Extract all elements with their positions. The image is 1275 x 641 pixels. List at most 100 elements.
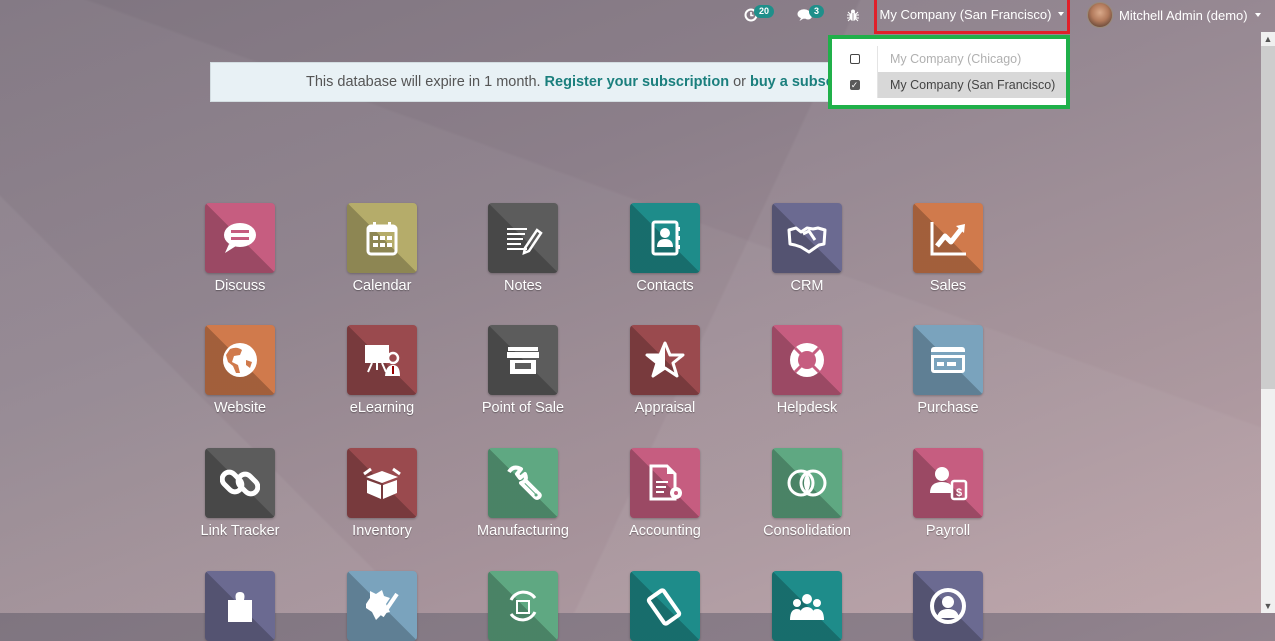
- app-tile[interactable]: [205, 325, 275, 395]
- company-option-label[interactable]: My Company (San Francisco): [878, 72, 1066, 98]
- app-label[interactable]: Discuss: [215, 278, 266, 294]
- app-link-tracker[interactable]: Link Tracker: [190, 448, 290, 539]
- company-option-label[interactable]: My Company (Chicago): [878, 46, 1066, 72]
- app-tile[interactable]: [630, 203, 700, 273]
- app-label[interactable]: Calendar: [353, 278, 412, 294]
- app-tile[interactable]: [772, 571, 842, 641]
- handshake-icon: [787, 226, 827, 254]
- app-tile[interactable]: [488, 448, 558, 518]
- app-label[interactable]: eLearning: [350, 400, 415, 416]
- app-contacts[interactable]: Contacts: [615, 203, 715, 294]
- checkbox-checked-icon[interactable]: ✓: [849, 80, 860, 90]
- buy-subscription-link[interactable]: buy a subscription: [750, 74, 839, 90]
- company-dropdown: My Company (Chicago) ✓ My Company (San F…: [828, 35, 1070, 109]
- puzzle-icon: [228, 592, 252, 622]
- app-tile[interactable]: [347, 203, 417, 273]
- app-elearning[interactable]: eLearning: [332, 325, 432, 416]
- app-label[interactable]: Inventory: [352, 523, 412, 539]
- app-tile[interactable]: [205, 203, 275, 273]
- document-gear-icon: [649, 464, 682, 501]
- scrollbar-thumb[interactable]: [1261, 46, 1275, 389]
- app-tile[interactable]: [488, 203, 558, 273]
- app-label[interactable]: Payroll: [926, 523, 970, 539]
- app-label[interactable]: Accounting: [629, 523, 701, 539]
- checkbox-unchecked-icon[interactable]: [849, 54, 860, 64]
- app-tile[interactable]: [347, 448, 417, 518]
- app-label[interactable]: Appraisal: [635, 400, 695, 416]
- app-tile[interactable]: [347, 571, 417, 641]
- app-tile[interactable]: [630, 571, 700, 641]
- user-circle-icon: [930, 588, 966, 624]
- scroll-up-arrow-icon[interactable]: ▲: [1261, 32, 1275, 46]
- app-manufacturing[interactable]: Manufacturing: [473, 448, 573, 539]
- user-name: Mitchell Admin (demo): [1119, 7, 1248, 23]
- app-label[interactable]: Contacts: [636, 278, 693, 294]
- address-book-icon: [651, 220, 680, 256]
- app-label[interactable]: Link Tracker: [201, 523, 280, 539]
- app-label[interactable]: Helpdesk: [777, 400, 837, 416]
- app-sales[interactable]: Sales: [898, 203, 998, 294]
- company-toggle[interactable]: ✓: [832, 72, 878, 98]
- app-label[interactable]: Purchase: [917, 400, 978, 416]
- caret-down-icon: [1058, 12, 1065, 16]
- app-label[interactable]: Notes: [504, 278, 542, 294]
- app-tile[interactable]: $: [913, 448, 983, 518]
- app-label[interactable]: Sales: [930, 278, 966, 294]
- app-tile[interactable]: [772, 448, 842, 518]
- app-label[interactable]: Website: [214, 400, 266, 416]
- app-tile[interactable]: [205, 448, 275, 518]
- banner-or: or: [733, 74, 746, 90]
- app-calendar[interactable]: Calendar: [332, 203, 432, 294]
- app-tile[interactable]: [913, 203, 983, 273]
- app-tile[interactable]: [772, 325, 842, 395]
- app-puzzle[interactable]: [190, 571, 290, 641]
- app-tile[interactable]: [205, 571, 275, 641]
- app-payroll[interactable]: $ Payroll: [898, 448, 998, 539]
- app-website[interactable]: Website: [190, 325, 290, 416]
- app-consolidation[interactable]: Consolidation: [757, 448, 857, 539]
- app-label[interactable]: Manufacturing: [477, 523, 569, 539]
- app-point-of-sale[interactable]: Point of Sale: [473, 325, 573, 416]
- activity-button[interactable]: 20: [744, 0, 778, 30]
- scroll-down-arrow-icon[interactable]: ▼: [1261, 599, 1275, 613]
- app-label[interactable]: Point of Sale: [482, 400, 564, 416]
- caret-down-icon: [1254, 13, 1261, 17]
- app-helpdesk[interactable]: Helpdesk: [757, 325, 857, 416]
- app-tile[interactable]: [913, 571, 983, 641]
- app-group[interactable]: [757, 571, 857, 641]
- app-tile[interactable]: [488, 571, 558, 641]
- scrollbar[interactable]: ▲ ▼: [1261, 32, 1275, 613]
- app-tile[interactable]: [488, 325, 558, 395]
- svg-text:$: $: [956, 487, 962, 499]
- company-toggle[interactable]: [832, 46, 878, 72]
- company-option-chicago[interactable]: My Company (Chicago): [832, 46, 1066, 72]
- app-appraisal[interactable]: Appraisal: [615, 325, 715, 416]
- wrench-icon: [507, 465, 542, 500]
- debug-button[interactable]: [847, 0, 859, 30]
- company-option-san-francisco[interactable]: ✓ My Company (San Francisco): [832, 72, 1066, 98]
- app-tile[interactable]: [347, 325, 417, 395]
- app-inventory[interactable]: Inventory: [332, 448, 432, 539]
- app-accounting[interactable]: Accounting: [615, 448, 715, 539]
- app-crm[interactable]: CRM: [757, 203, 857, 294]
- app-tile[interactable]: [913, 325, 983, 395]
- app-label[interactable]: Consolidation: [763, 523, 851, 539]
- company-switcher[interactable]: My Company (San Francisco): [874, 0, 1070, 34]
- app-notes[interactable]: Notes: [473, 203, 573, 294]
- register-subscription-link[interactable]: Register your subscription: [545, 74, 730, 90]
- app-badge-pencil[interactable]: [332, 571, 432, 641]
- app-user-circle[interactable]: [898, 571, 998, 641]
- app-recycle-box[interactable]: [473, 571, 573, 641]
- shop-icon: [507, 347, 539, 374]
- app-label[interactable]: CRM: [790, 278, 823, 294]
- app-tile[interactable]: [630, 448, 700, 518]
- credit-card-icon: [931, 347, 965, 373]
- group-icon: [790, 594, 824, 620]
- messages-button[interactable]: 3: [797, 0, 828, 30]
- app-discuss[interactable]: Discuss: [190, 203, 290, 294]
- app-ticket[interactable]: [615, 571, 715, 641]
- user-menu[interactable]: Mitchell Admin (demo): [1087, 0, 1261, 30]
- app-tile[interactable]: [630, 325, 700, 395]
- app-tile[interactable]: [772, 203, 842, 273]
- app-purchase[interactable]: Purchase: [898, 325, 998, 416]
